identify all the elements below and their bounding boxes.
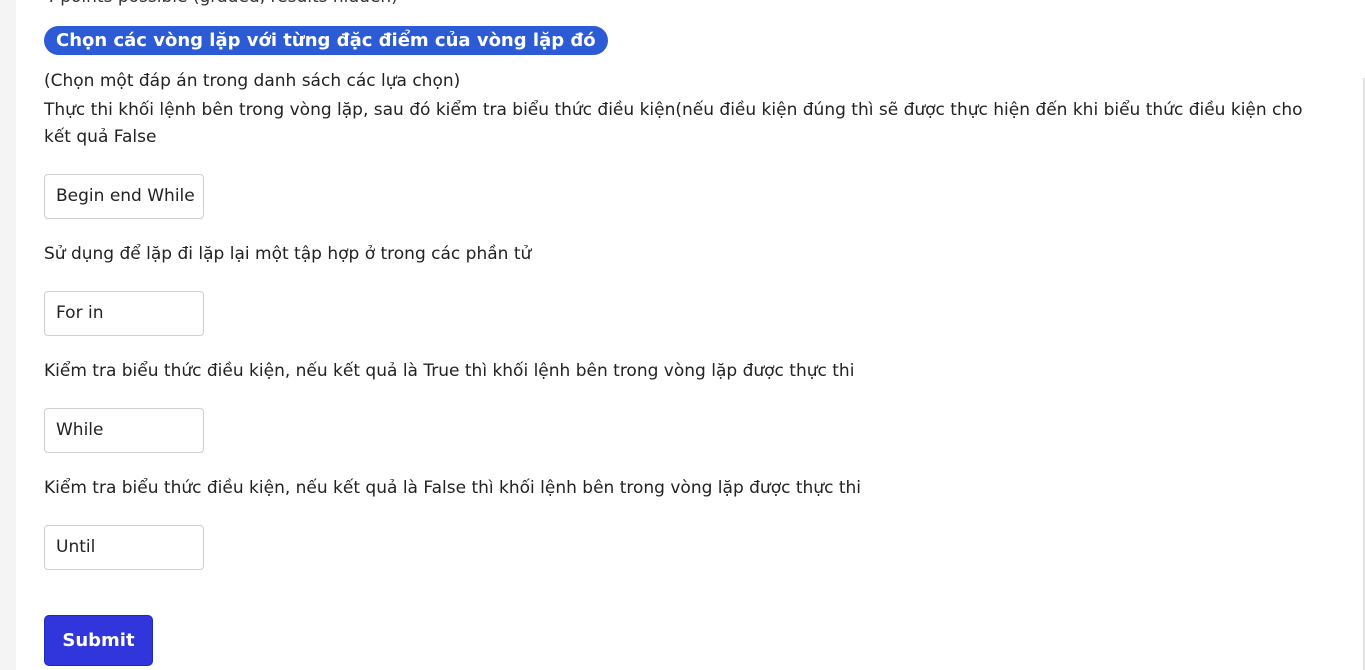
submit-button[interactable]: Submit (44, 615, 153, 666)
points-possible-text: 4 points possible (graded, results hidde… (44, 0, 398, 8)
item-prompt-2: Sử dụng để lặp đi lặp lại một tập hợp ở … (44, 244, 532, 264)
answer-dropdown-4[interactable]: Until (44, 525, 204, 570)
question-instructions: (Chọn một đáp án trong danh sách các lựa… (44, 71, 461, 91)
answer-dropdown-1[interactable]: Begin end While (44, 174, 204, 219)
question-title: Chọn các vòng lặp với từng đặc điểm của … (44, 26, 608, 55)
item-prompt-1: Thực thi khối lệnh bên trong vòng lặp, s… (44, 100, 1303, 147)
problem-panel: 4 points possible (graded, results hidde… (16, 0, 1365, 670)
item-prompt-3: Kiểm tra biểu thức điều kiện, nếu kết qu… (44, 361, 855, 381)
item-prompt-4: Kiểm tra biểu thức điều kiện, nếu kết qu… (44, 478, 861, 498)
answer-dropdown-2[interactable]: For in (44, 291, 204, 336)
answer-dropdown-3[interactable]: While (44, 408, 204, 453)
